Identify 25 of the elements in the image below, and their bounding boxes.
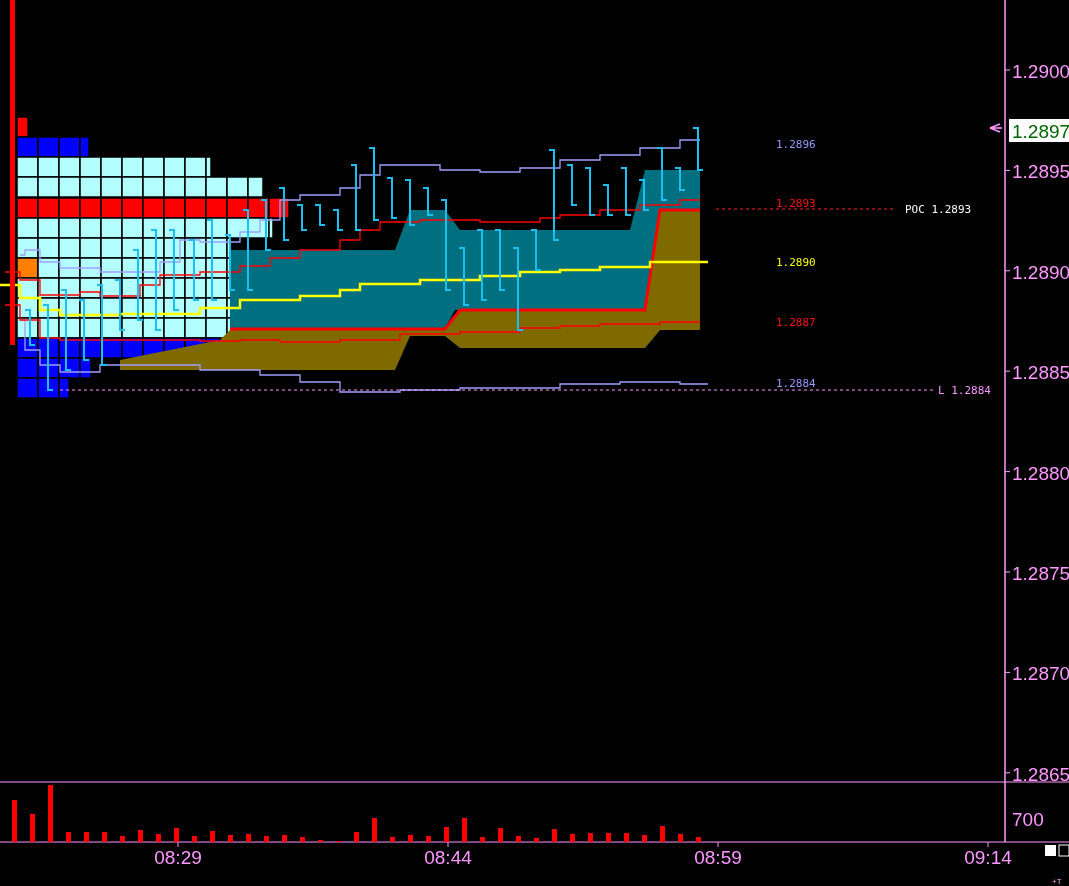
last-price-label: 1.2897 bbox=[1009, 119, 1069, 142]
level-label: 1.2893 bbox=[776, 197, 816, 210]
poc-label: POC 1.2893 bbox=[905, 203, 972, 216]
level-label: 1.2887 bbox=[776, 316, 816, 329]
low-label: L 1.2884 bbox=[938, 384, 991, 397]
corner-label: +T bbox=[1052, 877, 1062, 886]
square-outline-icon bbox=[1058, 844, 1069, 857]
square-icon bbox=[1045, 845, 1056, 856]
price-axis-label: 1.2880 bbox=[1012, 462, 1069, 484]
volume-axis-label: 700 bbox=[1012, 809, 1044, 830]
price-axis-label: 1.2870 bbox=[1012, 663, 1069, 685]
level-label: 1.2896 bbox=[776, 138, 816, 151]
price-axis-label: 1.2875 bbox=[1012, 563, 1069, 584]
time-axis-label: 08:44 bbox=[424, 847, 472, 868]
price-axis-label: 1.2900 bbox=[1012, 61, 1069, 82]
time-axis-label: 09:14 bbox=[964, 847, 1012, 868]
price-axis-label: 1.2865 bbox=[1012, 763, 1069, 785]
level-label: 1.2884 bbox=[776, 377, 816, 390]
price-axis-label: 1.2895 bbox=[1012, 161, 1069, 183]
time-axis-label: 08:29 bbox=[154, 847, 202, 868]
price-axis-label: 1.2885 bbox=[1012, 362, 1069, 384]
price-axis-label: 1.2890 bbox=[1012, 261, 1069, 283]
price-pointer-icon bbox=[989, 123, 1003, 133]
time-axis-label: 08:59 bbox=[694, 847, 742, 868]
level-label: 1.2890 bbox=[776, 256, 816, 269]
